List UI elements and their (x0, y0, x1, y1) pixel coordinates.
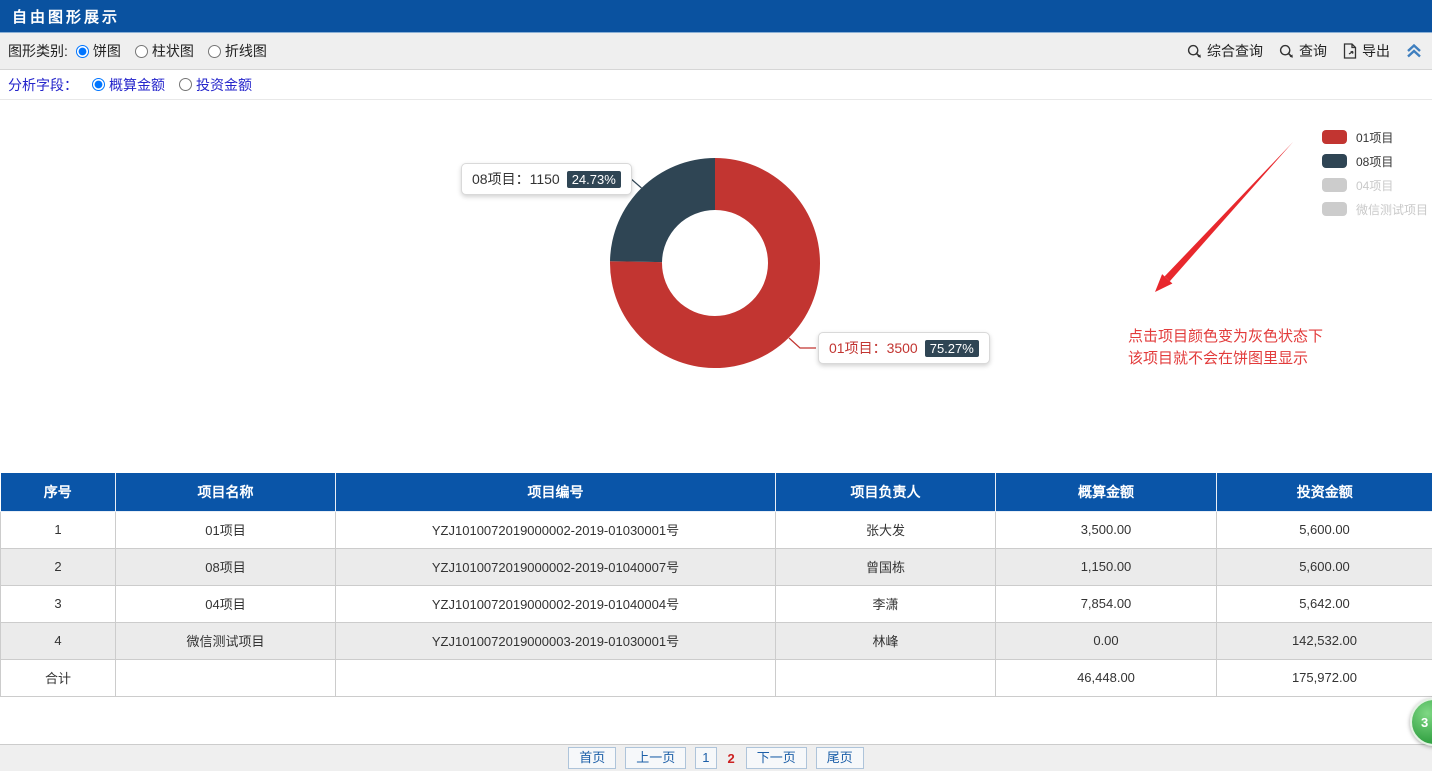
app-page: 自由图形展示 图形类别: 饼图 柱状图 折线图 (0, 0, 1432, 771)
export-icon (1343, 43, 1357, 59)
header-investment-amount: 投资金额 (1217, 473, 1432, 511)
search-icon (1187, 44, 1202, 59)
radio-investment-input[interactable] (179, 78, 192, 91)
table-row: 2 08项目 YZJ1010072019000002-2019-01040007… (1, 548, 1432, 585)
table-row: 4 微信测试项目 YZJ1010072019000003-2019-010300… (1, 622, 1432, 659)
project-table: 序号 项目名称 项目编号 项目负责人 概算金额 投资金额 1 01项目 YZJ1… (0, 473, 1432, 697)
toolbar-actions: 综合查询 查询 导出 (1187, 41, 1422, 61)
donut-chart (605, 153, 825, 373)
table-header-row: 序号 项目名称 项目编号 项目负责人 概算金额 投资金额 (1, 473, 1432, 511)
pie-label-01: 01项目：3500 75.27% (818, 332, 990, 364)
legend-swatch (1322, 178, 1347, 192)
legend-item-08[interactable]: 08项目 (1322, 149, 1428, 173)
analysis-field-label: 分析字段： (8, 75, 78, 95)
radio-budget-input[interactable] (92, 78, 105, 91)
radio-budget-amount[interactable]: 概算金额 (92, 75, 165, 95)
total-investment: 175,972.00 (1217, 659, 1432, 696)
chart-type-label: 图形类别: (8, 41, 68, 61)
pie-label-08: 08项目：1150 24.73% (461, 163, 632, 195)
legend-item-wechat-test[interactable]: 微信测试项目 (1322, 197, 1428, 221)
total-budget: 46,448.00 (996, 659, 1217, 696)
table-footer-gap (0, 697, 1432, 744)
chart-legend: 01项目 08项目 04项目 微信测试项目 (1322, 125, 1428, 221)
legend-swatch (1322, 202, 1347, 216)
pagination-next-button[interactable]: 下一页 (746, 747, 807, 769)
radio-line-chart[interactable]: 折线图 (208, 41, 267, 61)
pagination-last-button[interactable]: 尾页 (816, 747, 864, 769)
pagination-page-1[interactable]: 1 (695, 747, 716, 769)
search-icon (1279, 44, 1294, 59)
table-row: 3 04项目 YZJ1010072019000002-2019-01040004… (1, 585, 1432, 622)
composite-query-button[interactable]: 综合查询 (1187, 41, 1263, 61)
radio-bar-chart[interactable]: 柱状图 (135, 41, 194, 61)
query-button[interactable]: 查询 (1279, 41, 1327, 61)
radio-investment-amount[interactable]: 投资金额 (179, 75, 252, 95)
annotation-arrow-head (1155, 274, 1172, 292)
table-row: 1 01项目 YZJ1010072019000002-2019-01030001… (1, 511, 1432, 548)
annotation-arrow-shaft (1165, 142, 1293, 281)
legend-swatch (1322, 154, 1347, 168)
pie-chart-area: 08项目：1150 24.73% 01项目：3500 75.27% 01项目 0… (0, 100, 1432, 473)
pagination-page-2-current: 2 (726, 749, 737, 768)
header-index: 序号 (1, 473, 116, 511)
radio-pie-chart[interactable]: 饼图 (76, 41, 121, 61)
pagination-prev-button[interactable]: 上一页 (625, 747, 686, 769)
pagination-first-button[interactable]: 首页 (568, 747, 616, 769)
percent-badge: 24.73% (567, 171, 621, 188)
header-budget-amount: 概算金额 (996, 473, 1217, 511)
export-button[interactable]: 导出 (1343, 41, 1390, 61)
chart-type-group: 图形类别: 饼图 柱状图 折线图 (8, 41, 281, 61)
total-label: 合计 (1, 659, 116, 696)
percent-badge: 75.27% (925, 340, 979, 357)
table-total-row: 合计 46,448.00 175,972.00 (1, 659, 1432, 696)
title-bar: 自由图形展示 (0, 0, 1432, 33)
page-title: 自由图形展示 (12, 6, 120, 27)
header-project-name: 项目名称 (116, 473, 336, 511)
radio-line-input[interactable] (208, 45, 221, 58)
legend-item-01[interactable]: 01项目 (1322, 125, 1428, 149)
annotation-text: 点击项目颜色变为灰色状态下 该项目就不会在饼图里显示 (1128, 326, 1323, 370)
analysis-field-group: 分析字段： 概算金额 投资金额 (0, 70, 1432, 100)
radio-pie-input[interactable] (76, 45, 89, 58)
legend-item-04[interactable]: 04项目 (1322, 173, 1428, 197)
pagination-bar: 首页 上一页 1 2 下一页 尾页 (0, 744, 1432, 771)
legend-swatch (1322, 130, 1347, 144)
header-project-manager: 项目负责人 (776, 473, 996, 511)
chevron-double-up-icon[interactable] (1406, 44, 1422, 58)
header-project-number: 项目编号 (336, 473, 776, 511)
radio-bar-input[interactable] (135, 45, 148, 58)
toolbar: 图形类别: 饼图 柱状图 折线图 综合查询 (0, 33, 1432, 70)
